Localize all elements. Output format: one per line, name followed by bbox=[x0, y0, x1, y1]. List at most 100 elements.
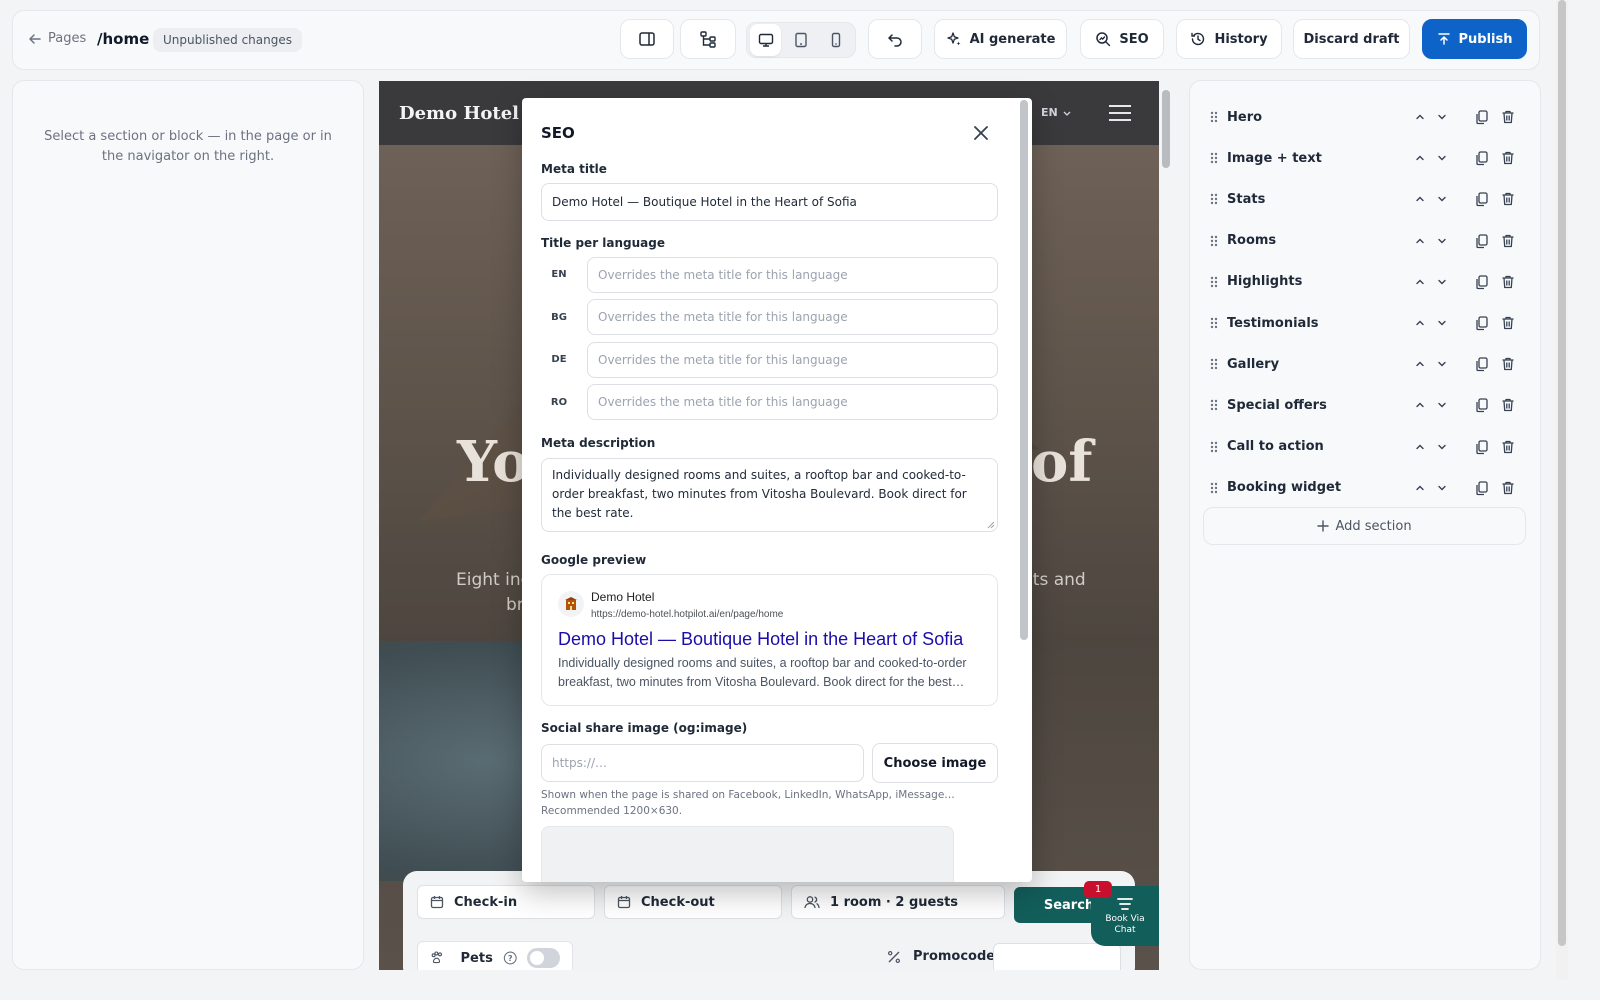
chevron-up-icon[interactable] bbox=[1414, 276, 1426, 288]
chevron-up-icon[interactable] bbox=[1414, 441, 1426, 453]
checkout-field[interactable]: Check-out bbox=[604, 885, 782, 919]
trash-icon[interactable] bbox=[1500, 191, 1516, 207]
toggle-left-panel-button[interactable] bbox=[620, 19, 674, 59]
chevron-down-icon[interactable] bbox=[1436, 111, 1448, 123]
add-section-button[interactable]: Add section bbox=[1203, 507, 1526, 545]
page-scrollbar-thumb[interactable] bbox=[1558, 0, 1566, 946]
history-button[interactable]: History bbox=[1176, 19, 1282, 59]
navigator-row[interactable]: Special offers bbox=[1203, 387, 1528, 423]
duplicate-icon[interactable] bbox=[1474, 315, 1490, 331]
navigator-row[interactable]: Hero bbox=[1203, 99, 1528, 135]
site-menu-button[interactable] bbox=[1108, 103, 1132, 123]
duplicate-icon[interactable] bbox=[1474, 274, 1490, 290]
meta-title-input[interactable]: Demo Hotel — Boutique Hotel in the Heart… bbox=[541, 183, 998, 221]
duplicate-icon[interactable] bbox=[1474, 480, 1490, 496]
discard-draft-button[interactable]: Discard draft bbox=[1293, 19, 1410, 59]
ai-generate-button[interactable]: AI generate bbox=[934, 19, 1067, 59]
trash-icon[interactable] bbox=[1500, 109, 1516, 125]
duplicate-icon[interactable] bbox=[1474, 233, 1490, 249]
chevron-down-icon[interactable] bbox=[1436, 358, 1448, 370]
mobile-view-button[interactable] bbox=[821, 24, 852, 56]
chevron-down-icon[interactable] bbox=[1436, 235, 1448, 247]
chevron-down-icon[interactable] bbox=[1436, 399, 1448, 411]
navigator-row[interactable]: Call to action bbox=[1203, 429, 1528, 465]
navigator-tree-button[interactable] bbox=[680, 19, 736, 59]
chevron-up-icon[interactable] bbox=[1414, 235, 1426, 247]
modal-scrollbar-thumb[interactable] bbox=[1020, 100, 1028, 640]
navigator-row[interactable]: Testimonials bbox=[1203, 305, 1528, 341]
choose-image-button[interactable]: Choose image bbox=[872, 743, 998, 783]
canvas-scrollbar-thumb[interactable] bbox=[1162, 90, 1170, 168]
drag-handle-icon[interactable] bbox=[1209, 110, 1219, 124]
navigator-row[interactable]: Image + text bbox=[1203, 140, 1528, 176]
guests-field[interactable]: 1 room · 2 guests bbox=[791, 885, 1005, 919]
chevron-down-icon[interactable] bbox=[1436, 276, 1448, 288]
navigator-row[interactable]: Stats bbox=[1203, 181, 1528, 217]
seo-button[interactable]: SEO bbox=[1080, 19, 1164, 59]
navigator-row[interactable]: Highlights bbox=[1203, 264, 1528, 300]
chevron-down-icon[interactable] bbox=[1436, 152, 1448, 164]
chevron-up-icon[interactable] bbox=[1414, 358, 1426, 370]
inspector-empty-hint: Select a section or block — in the page … bbox=[44, 129, 332, 164]
title-input-bg[interactable]: Overrides the meta title for this langua… bbox=[587, 299, 998, 335]
drag-handle-icon[interactable] bbox=[1209, 234, 1219, 248]
drag-handle-icon[interactable] bbox=[1209, 151, 1219, 165]
trash-icon[interactable] bbox=[1500, 233, 1516, 249]
chevron-up-icon[interactable] bbox=[1414, 482, 1426, 494]
desktop-view-button[interactable] bbox=[750, 24, 782, 56]
drag-handle-icon[interactable] bbox=[1209, 398, 1219, 412]
trash-icon[interactable] bbox=[1500, 274, 1516, 290]
chevron-down-icon[interactable] bbox=[1436, 317, 1448, 329]
paw-icon bbox=[431, 951, 442, 964]
google-description: Individually designed rooms and suites, … bbox=[558, 656, 967, 689]
trash-icon[interactable] bbox=[1500, 356, 1516, 372]
drag-handle-icon[interactable] bbox=[1209, 357, 1219, 371]
checkin-field[interactable]: Check-in bbox=[417, 885, 595, 919]
duplicate-icon[interactable] bbox=[1474, 191, 1490, 207]
trash-icon[interactable] bbox=[1500, 439, 1516, 455]
undo-button[interactable] bbox=[868, 19, 922, 59]
title-input-ro[interactable]: Overrides the meta title for this langua… bbox=[587, 384, 998, 420]
chevron-down-icon[interactable] bbox=[1436, 193, 1448, 205]
site-language-switch[interactable]: EN bbox=[1041, 106, 1072, 119]
duplicate-icon[interactable] bbox=[1474, 150, 1490, 166]
navigator-row[interactable]: Booking widget bbox=[1203, 470, 1528, 506]
trash-icon[interactable] bbox=[1500, 480, 1516, 496]
chevron-up-icon[interactable] bbox=[1414, 317, 1426, 329]
chevron-down-icon[interactable] bbox=[1436, 482, 1448, 494]
title-input-en[interactable]: Overrides the meta title for this langua… bbox=[587, 257, 998, 293]
title-input-de[interactable]: Overrides the meta title for this langua… bbox=[587, 342, 998, 378]
drag-handle-icon[interactable] bbox=[1209, 481, 1219, 495]
tablet-view-button[interactable] bbox=[785, 24, 816, 56]
navigator-row[interactable]: Rooms bbox=[1203, 223, 1528, 259]
google-title[interactable]: Demo Hotel — Boutique Hotel in the Heart… bbox=[558, 629, 963, 650]
duplicate-icon[interactable] bbox=[1474, 439, 1490, 455]
site-logo[interactable]: Demo Hotel bbox=[399, 103, 519, 124]
duplicate-icon[interactable] bbox=[1474, 356, 1490, 372]
back-to-pages-link[interactable]: Pages bbox=[28, 31, 86, 46]
publish-button[interactable]: Publish bbox=[1422, 19, 1527, 59]
drag-handle-icon[interactable] bbox=[1209, 440, 1219, 454]
chevron-up-icon[interactable] bbox=[1414, 399, 1426, 411]
duplicate-icon[interactable] bbox=[1474, 109, 1490, 125]
og-image-url-input[interactable]: https://… bbox=[541, 744, 864, 782]
device-switcher bbox=[746, 22, 856, 58]
meta-description-textarea[interactable]: Individually designed rooms and suites, … bbox=[541, 458, 998, 532]
trash-icon[interactable] bbox=[1500, 315, 1516, 331]
drag-handle-icon[interactable] bbox=[1209, 192, 1219, 206]
modal-close-button[interactable] bbox=[972, 124, 990, 142]
help-circle-icon[interactable]: ? bbox=[503, 950, 518, 966]
pets-toggle-switch[interactable] bbox=[527, 948, 560, 968]
trash-icon[interactable] bbox=[1500, 150, 1516, 166]
chevron-up-icon[interactable] bbox=[1414, 152, 1426, 164]
drag-handle-icon[interactable] bbox=[1209, 275, 1219, 289]
chevron-down-icon[interactable] bbox=[1436, 441, 1448, 453]
chevron-up-icon[interactable] bbox=[1414, 111, 1426, 123]
resize-handle-icon[interactable] bbox=[987, 521, 995, 529]
chevron-up-icon[interactable] bbox=[1414, 193, 1426, 205]
navigator-row[interactable]: Gallery bbox=[1203, 346, 1528, 382]
drag-handle-icon[interactable] bbox=[1209, 316, 1219, 330]
trash-icon[interactable] bbox=[1500, 397, 1516, 413]
duplicate-icon[interactable] bbox=[1474, 397, 1490, 413]
promocode-input[interactable] bbox=[993, 943, 1121, 970]
